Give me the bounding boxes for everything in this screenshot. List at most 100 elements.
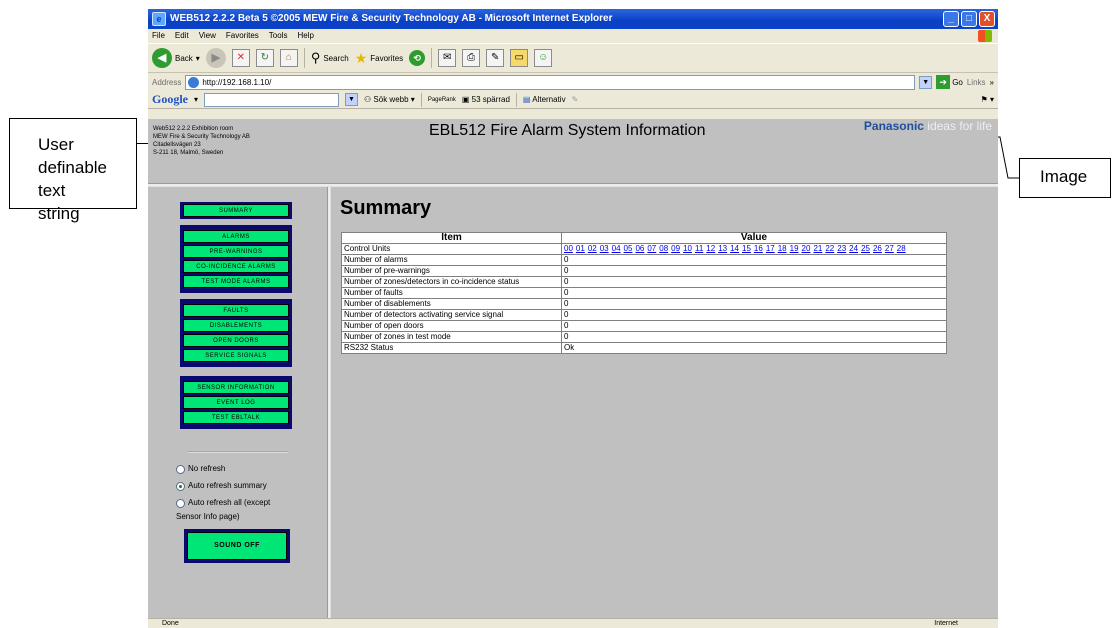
stop-icon[interactable]: ✕	[231, 49, 250, 67]
popup-blocker[interactable]: ▣ 53 spärrad	[462, 95, 510, 104]
control-unit-link[interactable]: 19	[790, 244, 799, 253]
nav-alarms-button[interactable]: ALARMS	[183, 230, 289, 243]
home-icon[interactable]: ⌂	[279, 49, 298, 67]
menu-tools[interactable]: Tools	[269, 29, 288, 43]
control-unit-link[interactable]: 11	[695, 244, 703, 253]
control-unit-link[interactable]: 14	[730, 244, 739, 253]
control-unit-link[interactable]: 21	[813, 244, 822, 253]
sound-off-button[interactable]: SOUND OFF	[187, 532, 287, 560]
table-cell-item: Number of detectors activating service s…	[341, 309, 562, 321]
table-cell-item: RS232 Status	[341, 342, 562, 354]
control-unit-link[interactable]: 01	[576, 244, 585, 253]
mail-icon[interactable]: ✉	[438, 49, 457, 67]
logo-tagline: ideas for life	[927, 119, 992, 133]
address-url: http://192.168.1.10/	[202, 77, 272, 87]
menu-view[interactable]: View	[199, 29, 216, 43]
nav-disablements-button[interactable]: DISABLEMENTS	[183, 319, 289, 332]
nav-coincidence-button[interactable]: CO-INCIDENCE ALARMS	[183, 260, 289, 273]
nav-eventlog-button[interactable]: EVENT LOG	[183, 396, 289, 409]
control-unit-link[interactable]: 00	[564, 244, 573, 253]
history-icon[interactable]: ⟲	[409, 50, 426, 66]
nav-testebl-button[interactable]: TEST EBLTALK	[183, 411, 289, 424]
toolbar: ◀ Back ▾ ▶ ✕ ↻ ⌂ ⚲ Search ★ Favorites ⟲ …	[148, 43, 998, 73]
table-cell-item: Number of zones/detectors in co-incidenc…	[341, 276, 562, 288]
favorites-button[interactable]: ★ Favorites	[355, 50, 403, 67]
menu-edit[interactable]: Edit	[175, 29, 189, 43]
control-unit-link[interactable]: 20	[802, 244, 811, 253]
menu-file[interactable]: File	[152, 29, 165, 43]
nav-sensor-button[interactable]: SENSOR INFORMATION	[183, 381, 289, 394]
radio-auto-refresh-summary[interactable]: Auto refresh summary	[176, 479, 270, 493]
control-unit-link[interactable]: 24	[849, 244, 858, 253]
nav-group-faults: FAULTS DISABLEMENTS OPEN DOORS SERVICE S…	[180, 299, 292, 367]
page-header: Web512 2.2.2 Exhibition room MEW Fire & …	[148, 119, 998, 183]
print-icon[interactable]: ⎙	[462, 49, 481, 67]
control-unit-link[interactable]: 07	[647, 244, 656, 253]
control-unit-link[interactable]: 12	[706, 244, 715, 253]
refresh-options: No refresh Auto refresh summary Auto ref…	[176, 462, 270, 524]
control-unit-link[interactable]: 02	[588, 244, 597, 253]
nav-service-button[interactable]: SERVICE SIGNALS	[183, 349, 289, 362]
control-unit-link[interactable]: 08	[659, 244, 668, 253]
info-line: Citadellsvägen 23	[153, 142, 201, 148]
search-label: Search	[323, 53, 349, 63]
google-search-dropdown[interactable]: ▼	[345, 93, 359, 106]
table-row: Number of disablements 0	[341, 298, 947, 310]
minimize-button[interactable]: _	[943, 11, 959, 27]
table-cell-value: 0	[561, 287, 947, 299]
nav-prewarnings-button[interactable]: PRE-WARNINGS	[183, 245, 289, 258]
maximize-button[interactable]: □	[961, 11, 977, 27]
control-unit-link[interactable]: 10	[683, 244, 692, 253]
control-unit-link[interactable]: 16	[754, 244, 763, 253]
control-unit-link[interactable]: 18	[778, 244, 787, 253]
control-unit-link[interactable]: 04	[612, 244, 621, 253]
back-button[interactable]: ◀ Back ▾	[152, 48, 200, 68]
web-page: Web512 2.2.2 Exhibition room MEW Fire & …	[148, 119, 998, 618]
pencil-icon[interactable]: ✎	[572, 95, 579, 104]
menu-help[interactable]: Help	[297, 29, 313, 43]
nav-separator	[188, 451, 288, 453]
control-unit-link[interactable]: 27	[885, 244, 894, 253]
forward-button[interactable]: ▶	[205, 48, 226, 68]
options-button[interactable]: ▤ Alternativ	[523, 95, 566, 104]
control-unit-link[interactable]: 25	[861, 244, 870, 253]
control-unit-link[interactable]: 22	[825, 244, 834, 253]
radio-no-refresh[interactable]: No refresh	[176, 462, 270, 476]
control-unit-link[interactable]: 13	[718, 244, 727, 253]
folder-icon[interactable]: ▭	[510, 49, 529, 67]
links-button[interactable]: Links	[967, 78, 986, 87]
control-unit-link[interactable]: 03	[600, 244, 609, 253]
control-unit-link[interactable]: 05	[624, 244, 633, 253]
radio-circle	[176, 498, 185, 508]
radio-circle-selected	[176, 481, 185, 491]
status-bar: Done Internet	[148, 618, 998, 628]
address-input[interactable]: http://192.168.1.10/	[185, 74, 916, 90]
google-search-button[interactable]: ⚇ Sök webb ▾	[364, 95, 415, 104]
control-unit-link[interactable]: 17	[766, 244, 775, 253]
menu-favorites[interactable]: Favorites	[226, 29, 259, 43]
search-button[interactable]: ⚲ Search	[311, 50, 349, 66]
radio-auto-refresh-all[interactable]: Auto refresh all (except	[176, 496, 270, 510]
google-search-input[interactable]	[204, 92, 340, 107]
nav-faults-button[interactable]: FAULTS	[183, 304, 289, 317]
nav-summary-button[interactable]: SUMMARY	[183, 204, 289, 217]
control-unit-link[interactable]: 06	[635, 244, 644, 253]
messenger-icon[interactable]: ☺	[534, 49, 553, 67]
refresh-icon[interactable]: ↻	[255, 49, 274, 67]
google-logo[interactable]: Google	[152, 92, 188, 107]
nav-testmode-button[interactable]: TEST MODE ALARMS	[183, 275, 289, 288]
control-unit-link[interactable]: 09	[671, 244, 680, 253]
address-dropdown[interactable]: ▼	[919, 75, 933, 89]
control-unit-link[interactable]: 26	[873, 244, 882, 253]
nav-opendoors-button[interactable]: OPEN DOORS	[183, 334, 289, 347]
callout-image: Image	[1019, 158, 1111, 198]
translate-icon[interactable]: ⚑ ▾	[981, 95, 994, 104]
control-unit-link[interactable]: 23	[837, 244, 846, 253]
go-button[interactable]: ➔ Go	[936, 75, 963, 89]
edit-icon[interactable]: ✎	[486, 49, 505, 67]
close-button[interactable]: X	[979, 11, 995, 27]
control-unit-link[interactable]: 28	[897, 244, 906, 253]
back-arrow-icon: ◀	[152, 48, 172, 68]
control-unit-link[interactable]: 15	[742, 244, 751, 253]
favorites-label: Favorites	[370, 53, 404, 63]
